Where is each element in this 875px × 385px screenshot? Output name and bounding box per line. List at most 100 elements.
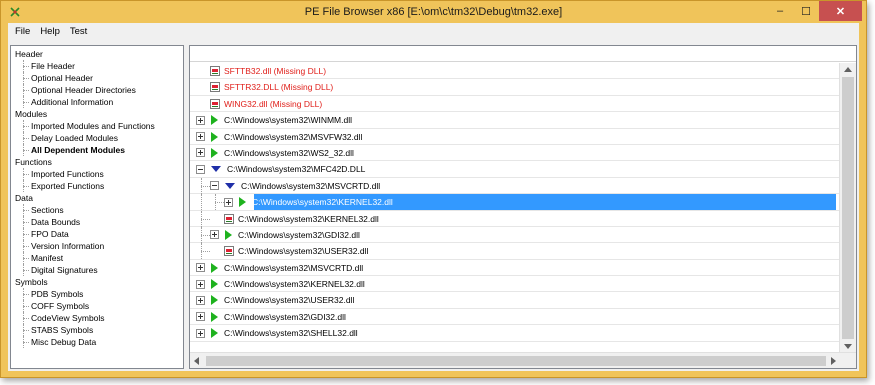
tree-item[interactable]: Manifest <box>11 252 183 264</box>
tree-item[interactable]: Sections <box>11 204 183 216</box>
scroll-right-arrow-icon[interactable] <box>831 357 836 365</box>
tree-category[interactable]: Data <box>11 192 183 204</box>
module-cell: C:\Windows\system32\MFC42D.DLL <box>196 163 365 175</box>
module-path: C:\Windows\system32\WS2_32.dll <box>224 147 354 158</box>
module-row[interactable]: C:\Windows\system32\USER32.dll <box>190 292 840 309</box>
tree-item[interactable]: PDB Symbols <box>11 288 183 300</box>
module-list-view[interactable]: SFTTB32.dll (Missing DLL) SFTTR32.DLL (Mi… <box>189 45 857 369</box>
menu-help[interactable]: Help <box>35 26 65 37</box>
tree-category[interactable]: Symbols <box>11 276 183 288</box>
close-button[interactable]: ✕ <box>819 1 862 21</box>
horizontal-scrollbar[interactable] <box>190 352 856 368</box>
module-row[interactable]: SFTTR32.DLL (Missing DLL) <box>190 79 840 96</box>
tree-item-label: Imported Modules and Functions <box>31 121 155 131</box>
tree-category[interactable]: Header <box>11 48 183 60</box>
expand-icon[interactable] <box>196 148 205 158</box>
tree-item[interactable]: All Dependent Modules <box>11 144 183 156</box>
module-row[interactable]: C:\Windows\system32\USER32.dll <box>190 243 840 260</box>
tree-item[interactable]: Imported Modules and Functions <box>11 120 183 132</box>
scroll-up-arrow-icon[interactable] <box>844 67 852 72</box>
module-cell: C:\Windows\system32\KERNEL32.dll <box>224 213 379 225</box>
tree-item[interactable]: Imported Functions <box>11 168 183 180</box>
tree-guide-line <box>201 185 210 187</box>
module-row[interactable]: WING32.dll (Missing DLL) <box>190 96 840 113</box>
module-row[interactable]: C:\Windows\system32\WINMM.dll <box>190 112 840 129</box>
module-row[interactable]: C:\Windows\system32\KERNEL32.dll <box>190 210 840 227</box>
module-row[interactable]: C:\Windows\system32\WS2_32.dll <box>190 145 840 162</box>
module-cell: SFTTB32.dll (Missing DLL) <box>210 65 326 77</box>
tree-item[interactable]: CodeView Symbols <box>11 312 183 324</box>
tree-item[interactable]: Exported Functions <box>11 180 183 192</box>
module-row[interactable]: C:\Windows\system32\MSVCRTD.dll <box>190 177 840 195</box>
window-controls: ‒ ☐ ✕ <box>767 1 862 21</box>
tree-item[interactable]: Optional Header <box>11 72 183 84</box>
collapse-icon[interactable] <box>210 181 219 191</box>
vertical-scrollbar[interactable] <box>839 63 856 353</box>
tree-category[interactable]: Modules <box>11 108 183 120</box>
module-path: C:\Windows\system32\GDI32.dll <box>238 229 360 240</box>
play-arrow-icon <box>225 229 232 240</box>
menu-test[interactable]: Test <box>65 26 92 37</box>
tree-item[interactable]: Version Information <box>11 240 183 252</box>
expand-icon[interactable] <box>196 279 205 289</box>
expand-icon[interactable] <box>196 132 205 142</box>
tree-item[interactable]: FPO Data <box>11 228 183 240</box>
scrollbar-thumb[interactable] <box>842 77 854 339</box>
tree-item[interactable]: STABS Symbols <box>11 324 183 336</box>
title-bar[interactable]: PE File Browser x86 [E:\om\c\tm32\Debug\… <box>1 1 866 23</box>
tree-item-label: CodeView Symbols <box>31 313 105 323</box>
module-row[interactable]: C:\Windows\system32\SHELL32.dll <box>190 325 840 342</box>
expand-icon[interactable] <box>224 197 233 207</box>
tree-item[interactable]: COFF Symbols <box>11 300 183 312</box>
expand-icon[interactable] <box>196 312 205 322</box>
module-row[interactable]: C:\Windows\system32\MFC42D.DLL <box>190 161 840 178</box>
module-cell: C:\Windows\system32\WINMM.dll <box>196 114 352 126</box>
module-cell: C:\Windows\system32\GDI32.dll <box>210 229 360 241</box>
module-cell: C:\Windows\system32\KERNEL32.dll <box>196 278 365 290</box>
minimize-button[interactable]: ‒ <box>767 1 793 21</box>
scroll-left-arrow-icon[interactable] <box>194 357 199 365</box>
tree-item-label: Symbols <box>15 277 48 287</box>
tree-item[interactable]: Delay Loaded Modules <box>11 132 183 144</box>
module-path: C:\Windows\system32\MSVCRTD.dll <box>224 262 364 273</box>
module-row[interactable]: SFTTB32.dll (Missing DLL) <box>190 63 840 80</box>
tree-item-label: Version Information <box>31 241 105 251</box>
play-arrow-icon <box>211 295 218 306</box>
tree-item[interactable]: Digital Signatures <box>11 264 183 276</box>
tree-item-label: Header <box>15 49 43 59</box>
maximize-button[interactable]: ☐ <box>793 1 819 21</box>
tree-item[interactable]: Optional Header Directories <box>11 84 183 96</box>
module-row[interactable]: C:\Windows\system32\KERNEL32.dll <box>190 276 840 293</box>
expand-icon[interactable] <box>196 328 205 338</box>
module-row[interactable]: C:\Windows\system32\KERNEL32.dll <box>190 194 840 211</box>
tree-item-label: Manifest <box>31 253 64 263</box>
tree-item[interactable]: Additional Information <box>11 96 183 108</box>
window-title: PE File Browser x86 [E:\om\c\tm32\Debug\… <box>304 6 563 18</box>
column-header[interactable] <box>190 46 856 62</box>
module-path: C:\Windows\system32\KERNEL32.dll <box>238 213 379 224</box>
menu-bar: File Help Test <box>8 23 859 40</box>
tree-item[interactable]: File Header <box>11 60 183 72</box>
expand-icon[interactable] <box>210 230 219 240</box>
tree-item[interactable]: Data Bounds <box>11 216 183 228</box>
module-cell: WING32.dll (Missing DLL) <box>210 98 322 110</box>
module-cell: SFTTR32.DLL (Missing DLL) <box>210 81 333 93</box>
scroll-down-arrow-icon[interactable] <box>844 344 852 349</box>
module-row[interactable]: C:\Windows\system32\GDI32.dll <box>190 309 840 326</box>
collapse-icon[interactable] <box>196 164 205 174</box>
menu-file[interactable]: File <box>10 26 35 37</box>
dependency-tree-list[interactable]: SFTTB32.dll (Missing DLL) SFTTR32.DLL (Mi… <box>190 63 840 353</box>
module-row[interactable]: C:\Windows\system32\MSVCRTD.dll <box>190 260 840 277</box>
module-row[interactable]: C:\Windows\system32\MSVFW32.dll <box>190 129 840 145</box>
module-row[interactable]: C:\Windows\system32\GDI32.dll <box>190 226 840 244</box>
tree-category[interactable]: Functions <box>11 156 183 168</box>
tree-item[interactable]: Misc Debug Data <box>11 336 183 348</box>
scrollbar-thumb[interactable] <box>206 356 826 366</box>
expand-icon[interactable] <box>196 263 205 273</box>
expand-icon[interactable] <box>196 295 205 305</box>
tree-item-label: COFF Symbols <box>31 301 90 311</box>
navigation-tree[interactable]: Header File Header Optional Header Optional… <box>10 45 184 369</box>
expand-icon[interactable] <box>196 115 205 125</box>
tree-item-label: All Dependent Modules <box>31 145 125 155</box>
module-path: C:\Windows\system32\GDI32.dll <box>224 311 346 322</box>
